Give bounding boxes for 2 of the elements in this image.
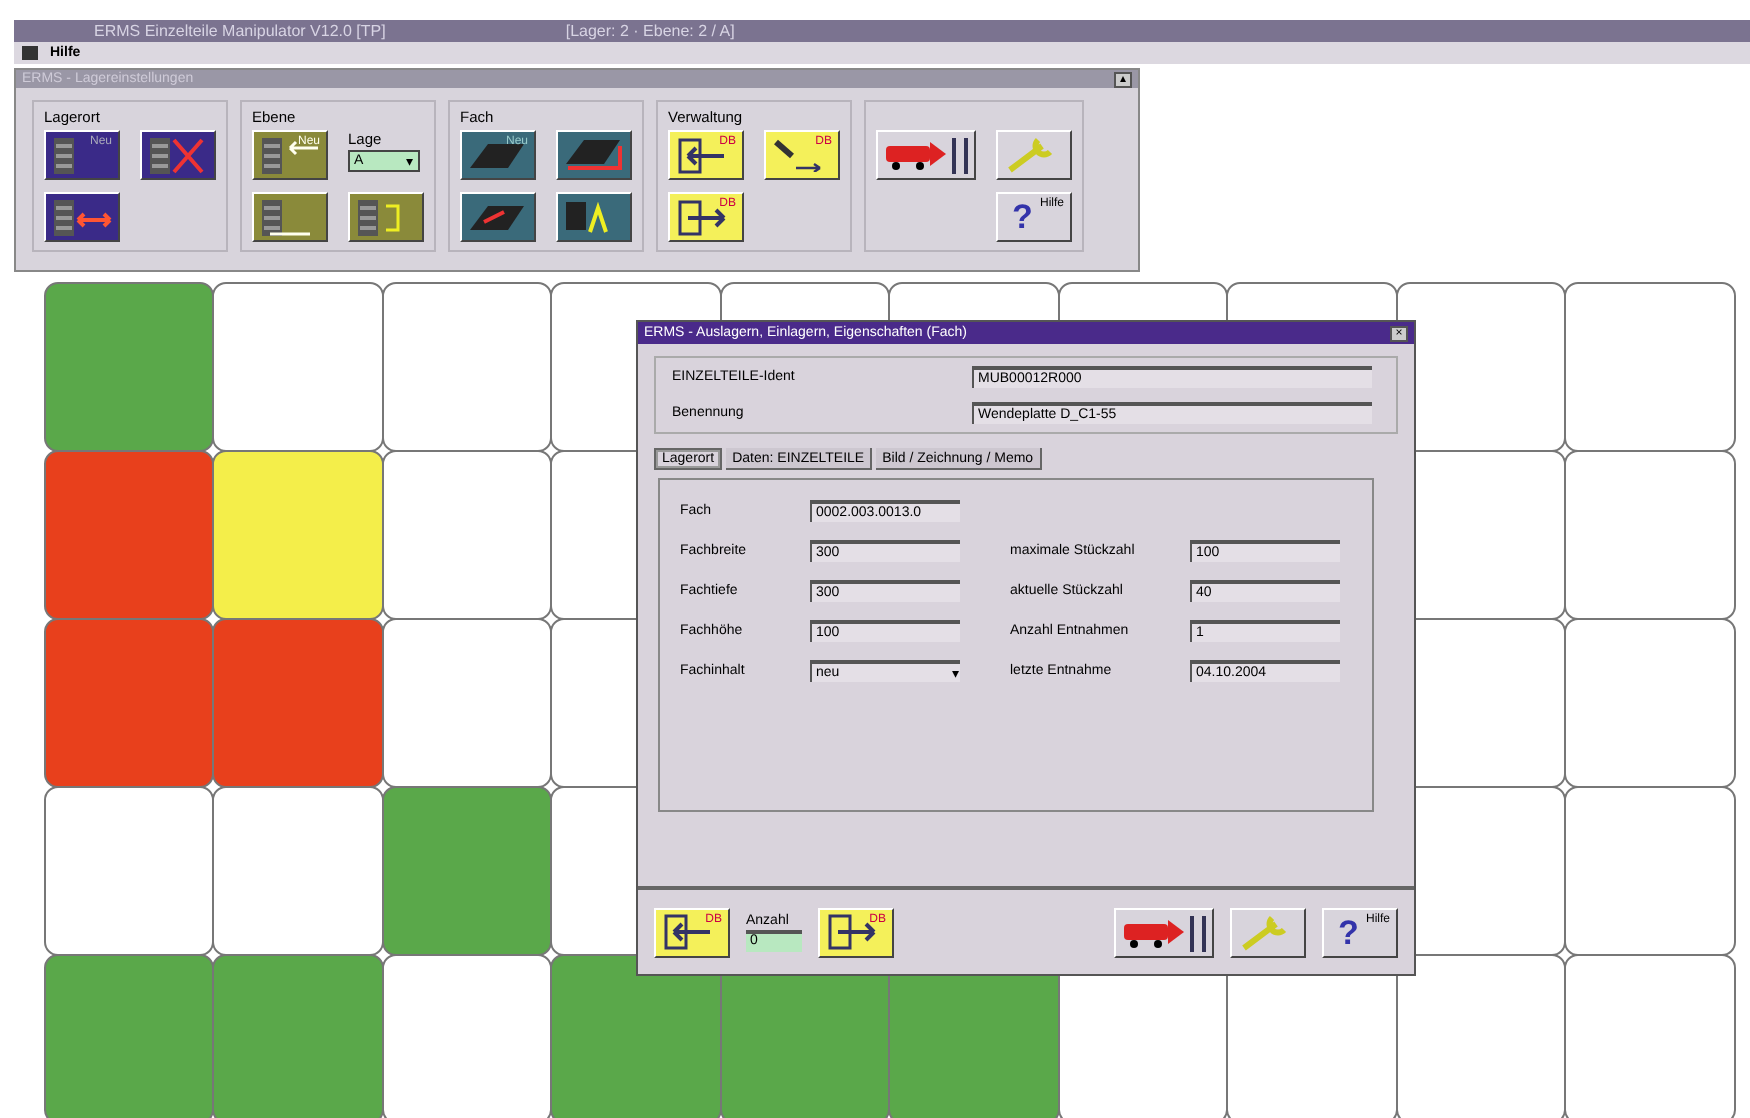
window-title: ERMS Einzelteile Manipulator V12.0 [TP] xyxy=(94,22,386,40)
status-text: [Lager: 2 · Ebene: 2 / A] xyxy=(565,22,735,40)
